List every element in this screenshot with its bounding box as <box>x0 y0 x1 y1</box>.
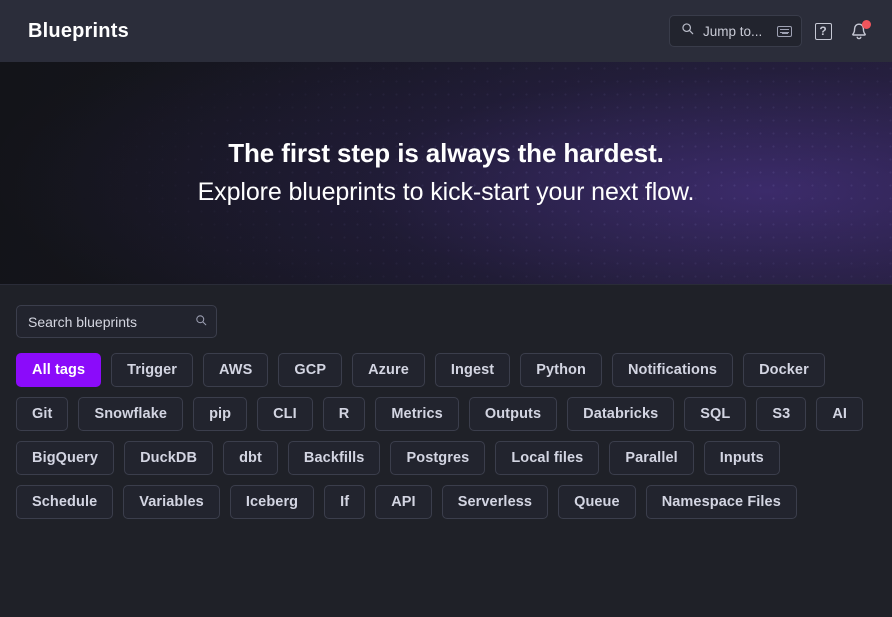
tag-cli[interactable]: CLI <box>257 397 313 431</box>
tag-queue[interactable]: Queue <box>558 485 636 519</box>
tag-dbt[interactable]: dbt <box>223 441 278 475</box>
tag-outputs[interactable]: Outputs <box>468 397 558 431</box>
search-row: Search blueprints <box>16 305 876 338</box>
tag-python[interactable]: Python <box>520 353 602 387</box>
tag-variables[interactable]: Variables <box>123 485 220 519</box>
tag-duckdb[interactable]: DuckDB <box>124 441 214 475</box>
tag-git[interactable]: Git <box>16 397 69 431</box>
tag-if[interactable]: If <box>324 485 366 519</box>
tag-iceberg[interactable]: Iceberg <box>229 485 315 519</box>
topbar-actions: Jump to... ? <box>669 15 874 47</box>
tag-backfills[interactable]: Backfills <box>287 441 381 475</box>
hero-subheadline: Explore blueprints to kick-start your ne… <box>197 177 695 206</box>
bell-icon <box>849 19 871 42</box>
tag-gcp[interactable]: GCP <box>278 353 343 387</box>
tag-azure[interactable]: Azure <box>352 353 425 387</box>
tag-snowflake[interactable]: Snowflake <box>78 397 184 431</box>
jump-to-search[interactable]: Jump to... <box>669 15 802 47</box>
tag-docker[interactable]: Docker <box>743 353 825 387</box>
tag-metrics[interactable]: Metrics <box>375 397 459 431</box>
tag-schedule[interactable]: Schedule <box>16 485 114 519</box>
tag-sql[interactable]: SQL <box>684 397 747 431</box>
hero-text: The first step is always the hardest. Ex… <box>198 136 695 210</box>
tag-filter-list: All tags Trigger AWS GCP Azure Ingest Python No… <box>16 353 876 519</box>
keyboard-icon <box>777 25 792 37</box>
tag-aws[interactable]: AWS <box>203 353 269 387</box>
tag-ai[interactable]: AI <box>816 397 864 431</box>
tag-inputs[interactable]: Inputs <box>703 441 780 475</box>
tag-databricks[interactable]: Databricks <box>567 397 675 431</box>
tag-r[interactable]: R <box>322 397 366 431</box>
jump-to-placeholder: Jump to... <box>703 23 763 39</box>
tag-pip[interactable]: pip <box>193 397 248 431</box>
hero-banner: The first step is always the hardest. Ex… <box>0 62 892 285</box>
search-blueprints-input[interactable]: Search blueprints <box>16 305 217 338</box>
tag-parallel[interactable]: Parallel <box>609 441 694 475</box>
help-icon: ? <box>814 22 832 40</box>
tag-bigquery[interactable]: BigQuery <box>16 441 115 475</box>
tag-all-tags[interactable]: All tags <box>16 353 102 387</box>
hero-headline: The first step is always the hardest. <box>228 138 664 169</box>
search-blueprints-value: Search blueprints <box>28 313 137 330</box>
tag-ingest[interactable]: Ingest <box>434 353 511 387</box>
tag-serverless[interactable]: Serverless <box>441 485 549 519</box>
notifications-button[interactable] <box>844 16 874 46</box>
search-icon <box>681 22 694 40</box>
tag-trigger[interactable]: Trigger <box>111 353 194 387</box>
tag-s3[interactable]: S3 <box>756 397 807 431</box>
main-content: Search blueprints All tags Trigger AWS GCP A… <box>0 285 892 519</box>
app-title: Blueprints <box>28 19 129 42</box>
tag-local-files[interactable]: Local files <box>495 441 600 475</box>
search-icon <box>195 313 207 331</box>
tag-notifications[interactable]: Notifications <box>611 353 734 387</box>
top-bar: Blueprints Jump to... ? <box>0 0 892 62</box>
help-button[interactable]: ? <box>808 16 838 46</box>
tag-namespace-files[interactable]: Namespace Files <box>645 485 797 519</box>
tag-postgres[interactable]: Postgres <box>390 441 486 475</box>
tag-api[interactable]: API <box>375 485 432 519</box>
notification-badge <box>862 19 871 29</box>
